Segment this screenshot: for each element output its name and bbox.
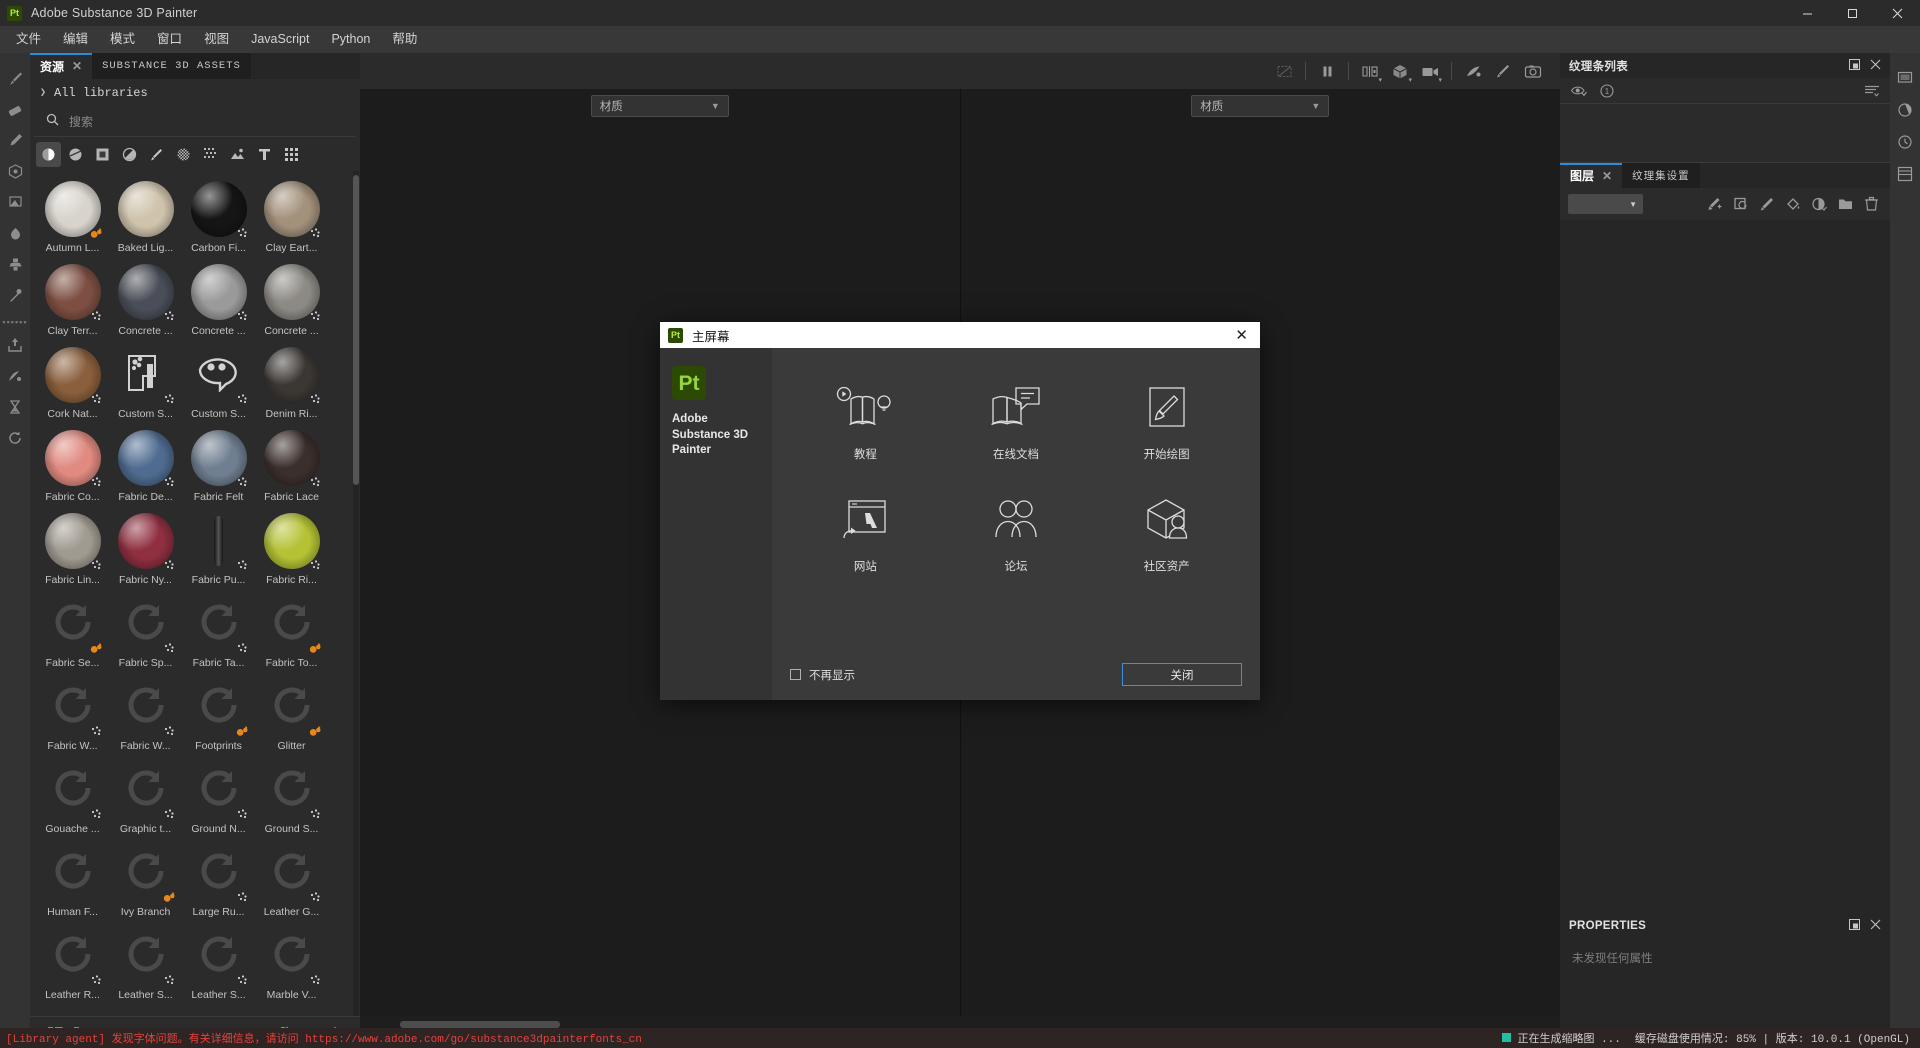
modal-overlay: Pt 主屏幕 ✕ Pt Adobe Substance 3D Painter 教… <box>0 0 1920 1048</box>
tile-website-label: 网站 <box>853 561 877 573</box>
dialog-body: Pt Adobe Substance 3D Painter 教程 在线文档 开始… <box>660 348 1260 700</box>
tutorials-book-play-icon <box>805 378 925 436</box>
tile-start-painting-label: 开始绘图 <box>1143 449 1190 461</box>
dialog-title-bar: Pt 主屏幕 ✕ <box>660 322 1260 348</box>
forum-people-icon <box>956 490 1076 548</box>
tile-online-docs-label: 在线文档 <box>992 449 1039 461</box>
checkbox-box-icon <box>790 669 801 680</box>
dont-show-again-label: 不再显示 <box>809 669 855 682</box>
product-name: Adobe Substance 3D Painter <box>672 413 749 457</box>
app-logo-icon: Pt <box>668 327 683 343</box>
start-painting-brush-icon <box>1107 378 1227 436</box>
tile-tutorials[interactable]: 教程 <box>805 370 925 470</box>
tile-online-docs[interactable]: 在线文档 <box>956 370 1076 470</box>
home-screen-dialog: Pt 主屏幕 ✕ Pt Adobe Substance 3D Painter 教… <box>660 322 1260 700</box>
tile-website[interactable]: 网站 <box>805 482 925 582</box>
tile-community-assets-label: 社区资产 <box>1143 561 1190 573</box>
online-docs-book-chat-icon <box>956 378 1076 436</box>
website-browser-adobe-icon <box>805 490 925 548</box>
home-tile-grid: 教程 在线文档 开始绘图 网站 论坛 社区资产 <box>790 370 1242 582</box>
tile-forum-label: 论坛 <box>1004 561 1028 573</box>
dialog-title: 主屏幕 <box>692 329 730 344</box>
product-logo-icon: Pt <box>672 366 706 400</box>
tile-forum[interactable]: 论坛 <box>956 482 1076 582</box>
dialog-sidebar: Pt Adobe Substance 3D Painter <box>660 348 772 700</box>
close-icon[interactable]: ✕ <box>1231 328 1252 343</box>
community-assets-cube-person-icon <box>1107 490 1227 548</box>
tile-community-assets[interactable]: 社区资产 <box>1107 482 1227 582</box>
tile-tutorials-label: 教程 <box>853 449 877 461</box>
tile-start-painting[interactable]: 开始绘图 <box>1107 370 1227 470</box>
dialog-main: 教程 在线文档 开始绘图 网站 论坛 社区资产 不再显示 关闭 <box>772 348 1260 700</box>
dont-show-again-checkbox[interactable]: 不再显示 <box>790 667 855 683</box>
dialog-footer: 不再显示 关闭 <box>790 663 1242 686</box>
close-button[interactable]: 关闭 <box>1122 663 1242 686</box>
app-window: Pt Adobe Substance 3D Painter 文件 编辑 模式 窗… <box>0 0 1920 1048</box>
